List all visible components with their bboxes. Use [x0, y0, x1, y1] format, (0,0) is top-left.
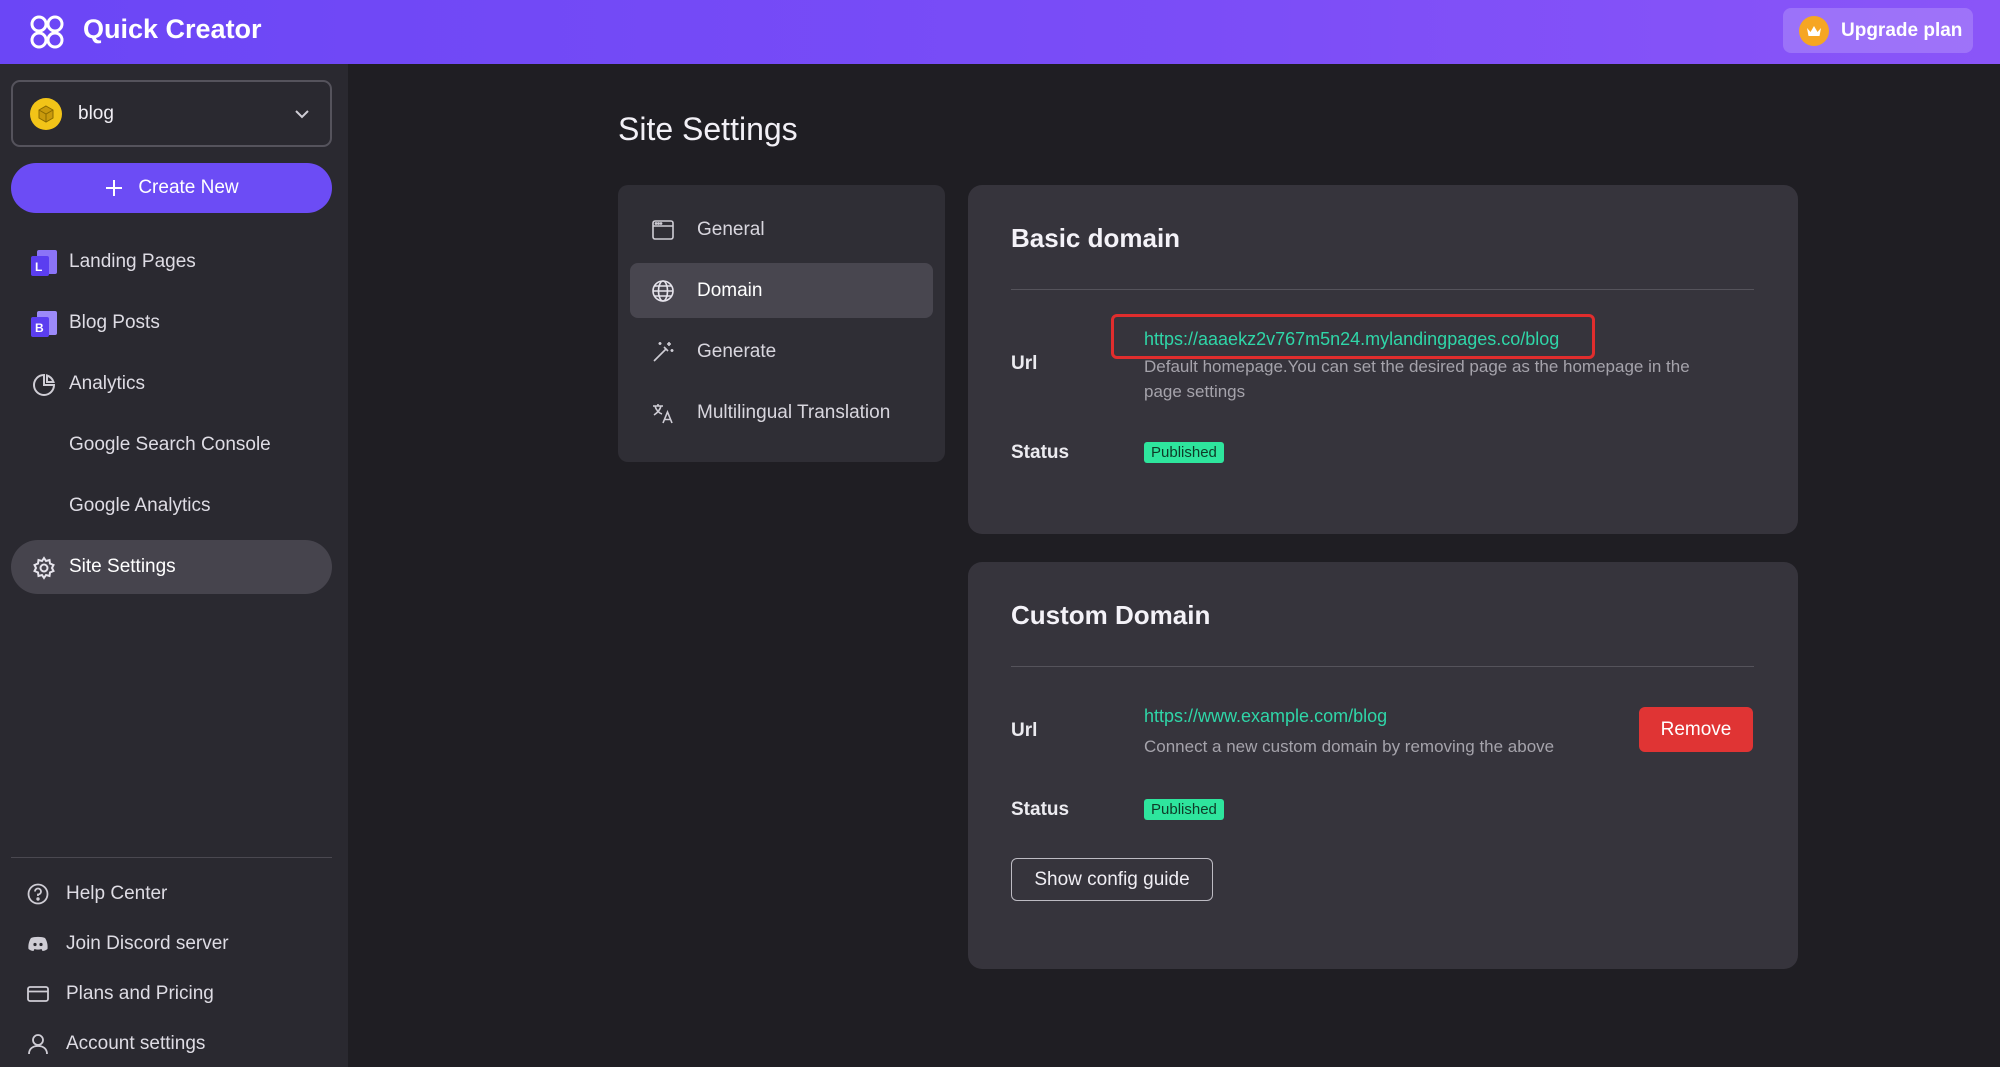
remove-button[interactable]: Remove	[1639, 707, 1753, 752]
status-badge: Published	[1144, 442, 1224, 463]
sidebar-item-plans[interactable]: Plans and Pricing	[26, 979, 214, 1009]
custom-domain-url-link[interactable]: https://www.example.com/blog	[1144, 706, 1387, 727]
sidebar-item-google-search-console[interactable]: Google Search Console	[11, 418, 332, 472]
sidebar-item-label: Analytics	[69, 373, 146, 394]
sidebar-item-site-settings[interactable]: Site Settings	[11, 540, 332, 594]
basic-domain-card: Basic domain Url https://aaaekz2v767m5n2…	[968, 185, 1798, 534]
svg-text:B: B	[35, 321, 44, 335]
create-new-button[interactable]: Create New	[11, 163, 332, 213]
sidebar: blog Create New L Landing Pages B Blog P…	[0, 64, 348, 1067]
site-selector[interactable]: blog	[11, 80, 332, 147]
url-label: Url	[1011, 353, 1038, 374]
translate-icon	[650, 400, 676, 426]
sidebar-item-label: Landing Pages	[69, 251, 196, 272]
hint-line: page settings	[1144, 382, 1246, 401]
svg-text:L: L	[35, 260, 42, 274]
settings-tab-translation[interactable]: Multilingual Translation	[630, 385, 933, 440]
sidebar-item-blog-posts[interactable]: B Blog Posts	[11, 296, 332, 350]
card-divider	[1011, 289, 1754, 290]
settings-tab-domain[interactable]: Domain	[630, 263, 933, 318]
sidebar-item-label: Help Center	[66, 883, 168, 904]
browser-window-icon	[650, 217, 676, 243]
plus-icon	[106, 180, 123, 196]
site-selector-value: blog	[78, 102, 114, 124]
logo-icon[interactable]	[28, 13, 66, 51]
status-badge: Published	[1144, 799, 1224, 820]
settings-tab-label: Domain	[697, 280, 763, 301]
custom-domain-title: Custom Domain	[1011, 600, 1211, 630]
status-label: Status	[1011, 442, 1070, 463]
basic-domain-url-link[interactable]: https://aaaekz2v767m5n24.mylandingpages.…	[1144, 329, 1559, 350]
gear-icon	[29, 553, 59, 583]
user-icon	[26, 1032, 50, 1056]
upgrade-plan-label: Upgrade plan	[1841, 19, 1963, 41]
sidebar-item-label: Blog Posts	[69, 312, 160, 333]
sidebar-item-google-analytics[interactable]: Google Analytics	[11, 479, 332, 533]
create-new-label: Create New	[138, 177, 239, 198]
sidebar-item-account[interactable]: Account settings	[26, 1029, 205, 1059]
discord-icon	[26, 932, 50, 956]
status-label: Status	[1011, 799, 1070, 820]
basic-domain-title: Basic domain	[1011, 223, 1181, 253]
magic-wand-icon	[650, 339, 676, 365]
sidebar-item-discord[interactable]: Join Discord server	[26, 929, 229, 959]
card-divider	[1011, 666, 1754, 667]
sidebar-item-label: Join Discord server	[66, 933, 229, 954]
sidebar-item-landing-pages[interactable]: L Landing Pages	[11, 235, 332, 289]
cube-icon	[30, 97, 62, 130]
page-title: Site Settings	[618, 111, 798, 147]
settings-tab-label: General	[697, 219, 765, 240]
sidebar-item-label: Site Settings	[69, 556, 176, 577]
chevron-down-icon	[295, 110, 309, 119]
url-label: Url	[1011, 720, 1038, 741]
sidebar-item-label: Google Analytics	[69, 495, 211, 516]
pie-chart-icon	[29, 370, 59, 400]
basic-domain-hint: Default homepage.You can set the desired…	[1144, 354, 1690, 404]
app-title: Quick Creator	[83, 14, 262, 44]
sidebar-item-help-center[interactable]: Help Center	[26, 879, 167, 909]
settings-tab-generate[interactable]: Generate	[630, 324, 933, 379]
sidebar-item-label: Plans and Pricing	[66, 983, 214, 1004]
upgrade-plan-button[interactable]: Upgrade plan	[1783, 8, 1973, 53]
sidebar-item-analytics[interactable]: Analytics	[11, 357, 332, 411]
globe-icon	[650, 278, 676, 304]
settings-tab-general[interactable]: General	[630, 202, 933, 257]
sidebar-divider	[11, 857, 332, 858]
sidebar-item-label: Account settings	[66, 1033, 206, 1054]
credit-card-icon	[26, 982, 50, 1006]
top-bar: Quick Creator Upgrade plan	[0, 0, 2000, 64]
custom-domain-hint: Connect a new custom domain by removing …	[1144, 737, 1555, 756]
help-icon	[26, 882, 50, 906]
settings-menu: General Domain Generate Multilingual Tra…	[618, 185, 945, 462]
sidebar-item-label: Google Search Console	[69, 434, 271, 455]
show-config-guide-button[interactable]: Show config guide	[1011, 858, 1213, 901]
hint-line: Default homepage.You can set the desired…	[1144, 357, 1690, 376]
landing-pages-icon: L	[29, 248, 59, 278]
crown-icon	[1799, 15, 1829, 46]
blog-posts-icon: B	[29, 309, 59, 339]
settings-tab-label: Generate	[697, 341, 777, 362]
custom-domain-card: Custom Domain Url https://www.example.co…	[968, 562, 1798, 969]
settings-tab-label: Multilingual Translation	[697, 402, 891, 423]
